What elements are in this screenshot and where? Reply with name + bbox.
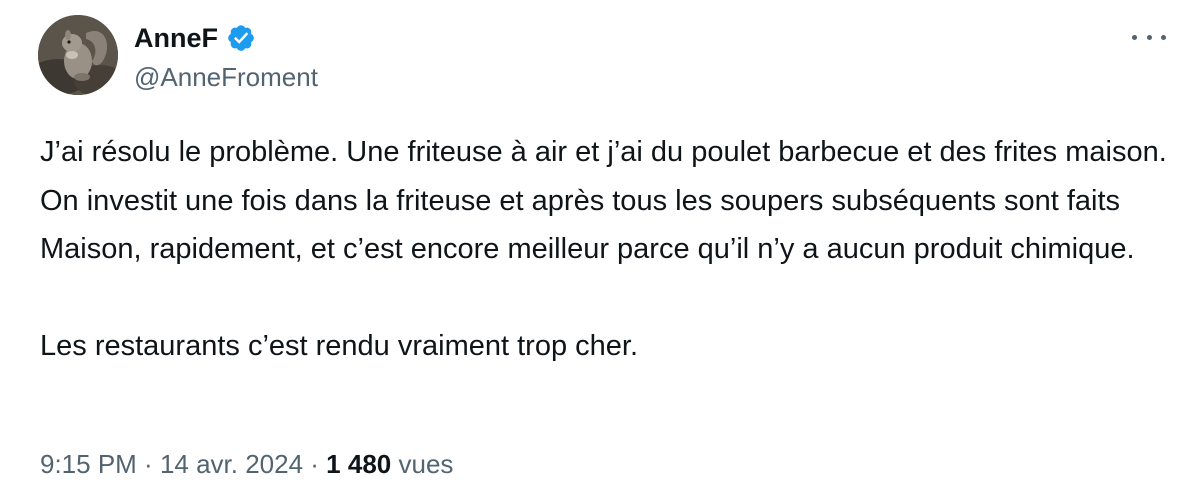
more-options-icon[interactable] — [1132, 25, 1166, 49]
tweet-date[interactable]: 14 avr. 2024 — [160, 449, 303, 479]
tweet-paragraph-1: J’ai résolu le problème. Une friteuse à … — [40, 136, 1167, 265]
author-name-row: AnneF — [134, 20, 256, 56]
views-label: vues — [398, 449, 454, 479]
verified-badge-icon[interactable] — [226, 23, 256, 53]
tweet-time[interactable]: 9:15 PM — [40, 449, 137, 479]
tweet-paragraph-2: Les restaurants c’est rendu vraiment tro… — [40, 330, 639, 362]
squirrel-avatar-image — [38, 15, 118, 95]
views-count: 1 480 — [326, 449, 392, 479]
tweet-text: J’ai résolu le problème. Une friteuse à … — [40, 128, 1170, 371]
more-dot — [1161, 34, 1166, 40]
more-dot — [1132, 34, 1137, 40]
display-name[interactable]: AnneF — [134, 20, 218, 56]
avatar[interactable] — [38, 15, 118, 95]
meta-separator: · — [303, 449, 327, 479]
author-handle[interactable]: @AnneFroment — [134, 61, 318, 93]
tweet-meta: 9:15 PM · 14 avr. 2024 · 1 480 vues — [40, 446, 453, 482]
more-dot — [1146, 34, 1152, 40]
tweet-card: AnneF @AnneFroment J’ai résolu le problè… — [0, 0, 1194, 492]
meta-separator: · — [136, 449, 160, 479]
